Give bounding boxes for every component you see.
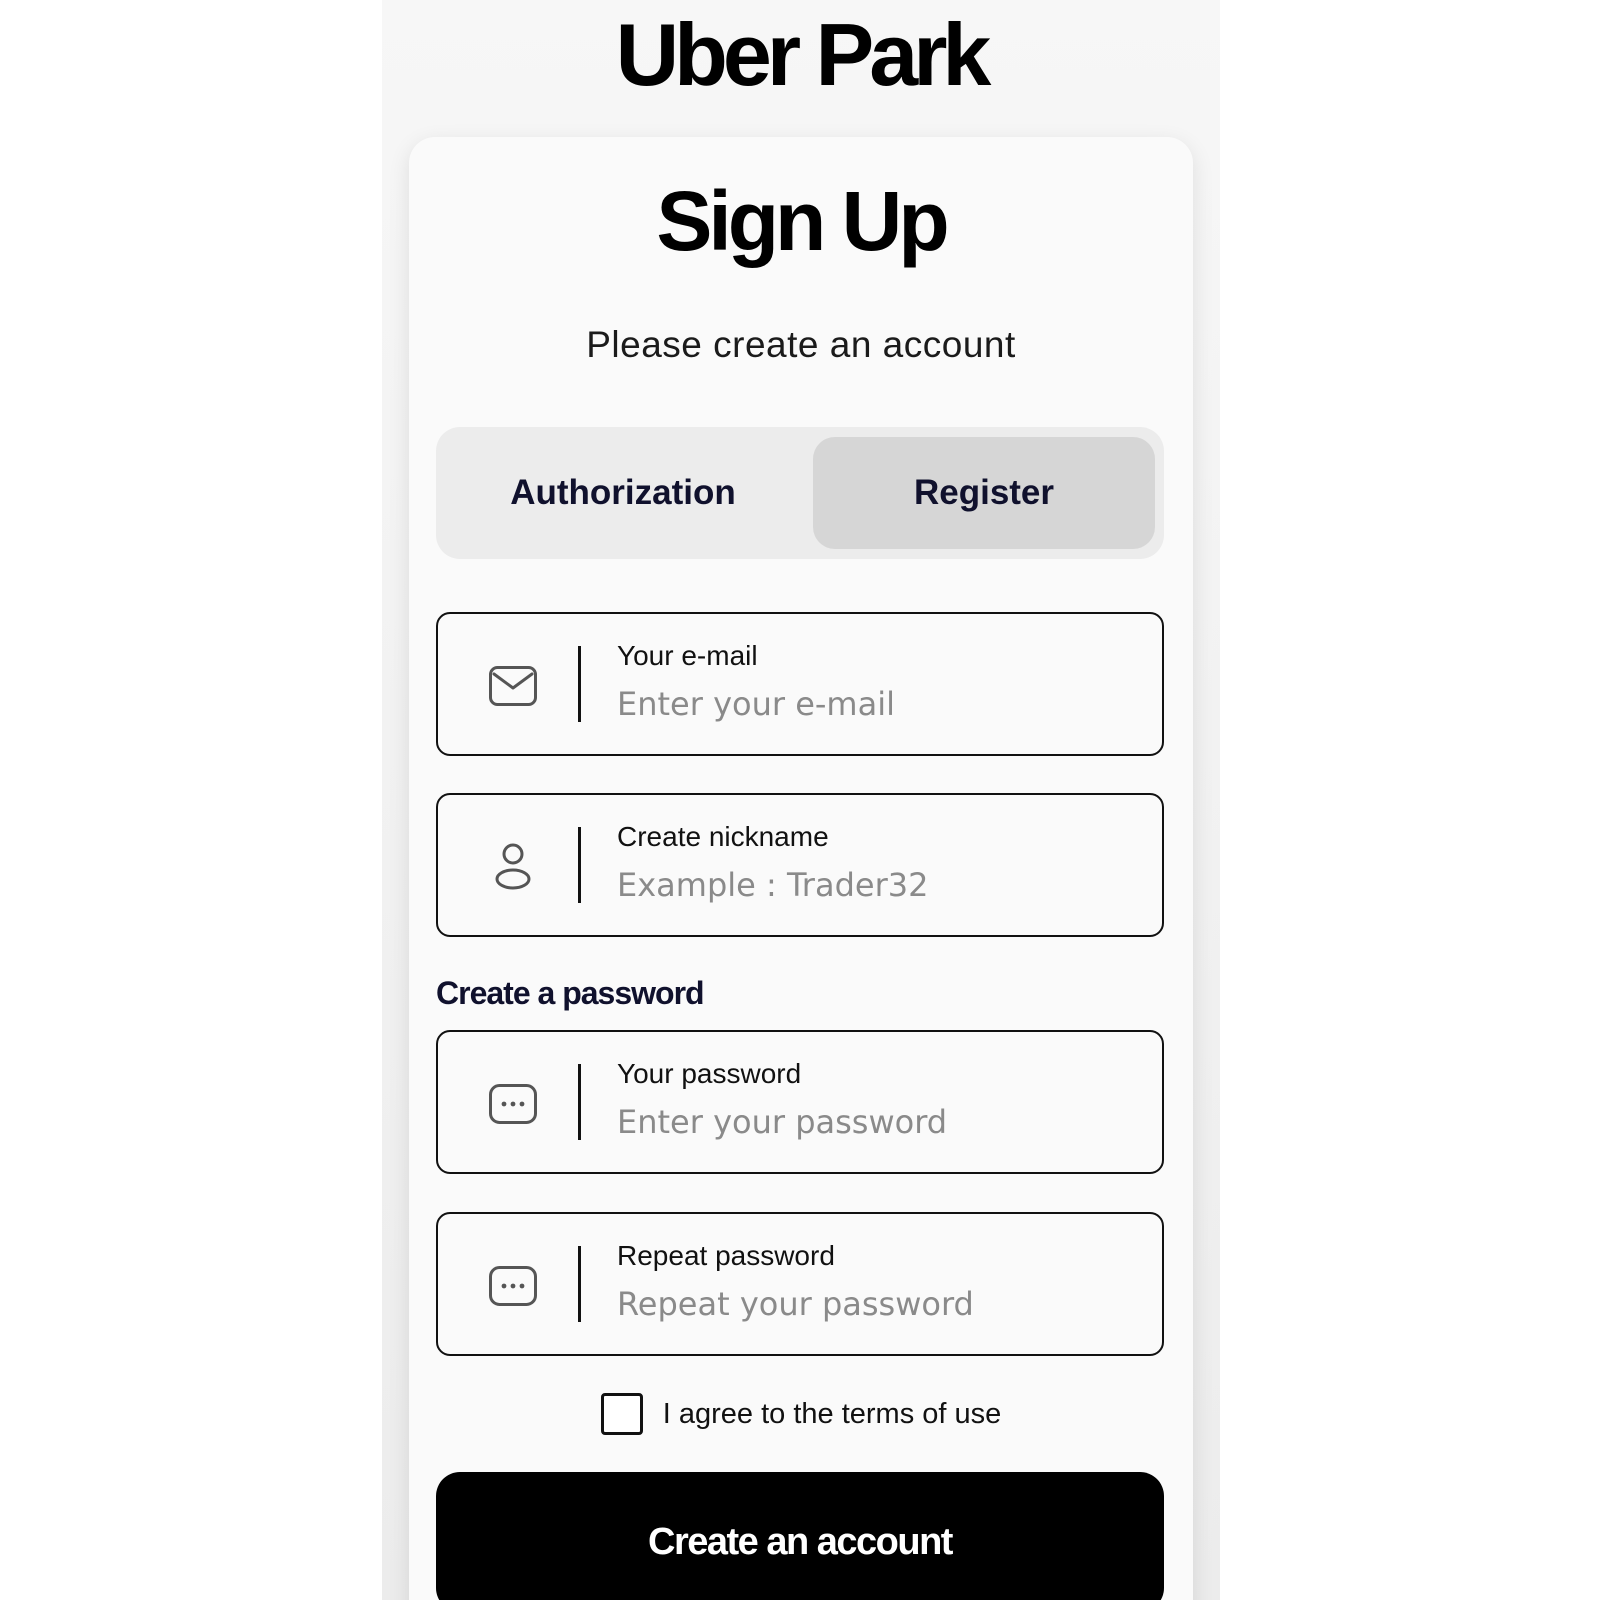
app-title: Uber Park [615, 5, 992, 104]
app-screen: Uber Park Sign Up Please create an accou… [382, 0, 1220, 1600]
page-title: Sign Up [656, 174, 949, 268]
password-label: Your password [617, 1058, 802, 1089]
field-divider [578, 1246, 581, 1322]
email-field[interactable]: Your e-mail [436, 612, 1164, 756]
password-input[interactable] [617, 1098, 1127, 1146]
field-divider [578, 827, 581, 903]
password-field[interactable]: Your password [436, 1030, 1164, 1174]
auth-tabs: Authorization Register [436, 427, 1164, 559]
tab-authorization[interactable]: Authorization [446, 437, 800, 549]
field-divider [578, 1064, 581, 1140]
password-icon [488, 1265, 538, 1307]
repeat-password-label: Repeat password [617, 1240, 835, 1271]
create-account-button[interactable]: Create an account [436, 1472, 1164, 1600]
nickname-field[interactable]: Create nickname [436, 793, 1164, 937]
repeat-password-field[interactable]: Repeat password [436, 1212, 1164, 1356]
terms-checkbox[interactable] [600, 1393, 643, 1435]
terms-row: I agree to the terms of use [409, 1392, 1193, 1436]
field-divider [578, 646, 581, 722]
mail-icon [488, 665, 538, 707]
tab-register[interactable]: Register [813, 437, 1155, 549]
repeat-password-input[interactable] [617, 1280, 1127, 1328]
signup-card: Sign Up Please create an account Authori… [409, 137, 1193, 1600]
user-icon [488, 843, 538, 890]
password-section-label: Create a password [436, 975, 705, 1011]
terms-label[interactable]: I agree to the terms of use [663, 1398, 1002, 1431]
email-label: Your e-mail [617, 640, 758, 671]
nickname-label: Create nickname [617, 821, 829, 852]
page-subtitle: Please create an account [586, 324, 1016, 365]
nickname-input[interactable] [617, 861, 1127, 909]
email-input[interactable] [617, 680, 1127, 728]
password-icon [488, 1083, 538, 1125]
